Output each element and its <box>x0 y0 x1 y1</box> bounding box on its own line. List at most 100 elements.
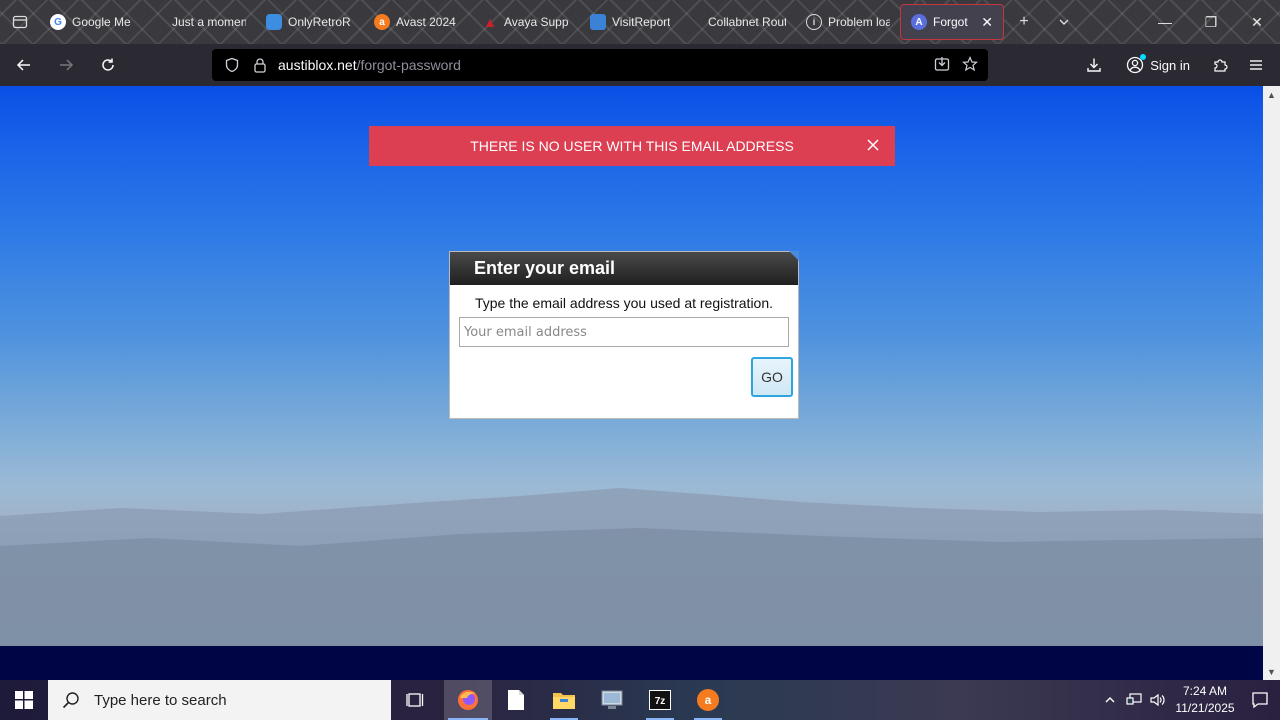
scroll-up-arrow-icon[interactable]: ▲ <box>1263 86 1280 103</box>
page-scrollbar[interactable]: ▲ ▼ <box>1263 86 1280 680</box>
tab-title: Avast 2024 <box>396 15 456 29</box>
avast-icon: a <box>697 689 719 711</box>
extensions-button[interactable] <box>1202 47 1238 83</box>
list-all-tabs-button[interactable] <box>1044 0 1084 44</box>
email-input[interactable] <box>459 317 789 347</box>
tab-title: Just a moment... <box>172 15 246 29</box>
alert-message: THERE IS NO USER WITH THIS EMAIL ADDRESS <box>470 138 794 154</box>
url-domain: austiblox.net <box>278 57 357 73</box>
forward-button[interactable] <box>48 47 84 83</box>
tab-visitreport[interactable]: VisitReport <box>580 4 688 40</box>
report-icon <box>590 14 606 30</box>
hamburger-menu-icon <box>1250 60 1262 70</box>
reload-button[interactable] <box>90 47 126 83</box>
bookmark-star-icon[interactable] <box>961 55 979 75</box>
tab-google[interactable]: G Google Me <box>40 4 148 40</box>
tab-avast[interactable]: a Avast 2024 <box>364 4 472 40</box>
tab-avaya[interactable]: ▲ Avaya Supp <box>472 4 580 40</box>
austiblox-icon: A <box>911 14 927 30</box>
url-text: austiblox.net/forgot-password <box>278 57 461 73</box>
tab-title: Forgot pa <box>933 15 971 29</box>
arrow-left-icon <box>16 59 30 71</box>
downloads-button[interactable] <box>1076 47 1112 83</box>
clock-time: 7:24 AM <box>1182 684 1228 698</box>
close-window-button[interactable]: ✕ <box>1234 0 1280 44</box>
minimize-icon: — <box>1158 14 1172 30</box>
tab-title: Google Me <box>72 15 131 29</box>
error-alert: THERE IS NO USER WITH THIS EMAIL ADDRESS <box>369 126 895 166</box>
go-button[interactable]: GO <box>751 357 793 397</box>
restore-button[interactable]: ❐ <box>1188 0 1234 44</box>
info-icon: i <box>806 14 822 30</box>
start-button[interactable] <box>0 680 48 720</box>
chevron-up-icon <box>1105 697 1115 703</box>
notification-icon <box>1252 692 1268 709</box>
new-tab-button[interactable]: + <box>1004 0 1044 44</box>
tab-just-a-moment[interactable]: Just a moment... <box>148 4 256 40</box>
windows-taskbar: Type here to search 7z a 7:24 AM 11/21/2… <box>0 680 1280 720</box>
sign-in-button[interactable]: Sign in <box>1120 47 1196 83</box>
page-content: THERE IS NO USER WITH THIS EMAIL ADDRESS… <box>0 86 1263 680</box>
scroll-thumb[interactable] <box>1266 106 1277 578</box>
taskbar-remote-desktop[interactable] <box>588 680 636 720</box>
taskbar-clock[interactable]: 7:24 AM 11/21/2025 <box>1170 683 1240 717</box>
tab-list-icon <box>12 15 28 29</box>
account-icon <box>1126 54 1147 74</box>
avaya-icon: ▲ <box>483 14 497 30</box>
reload-icon <box>102 58 114 71</box>
clock-date: 11/21/2025 <box>1175 701 1235 715</box>
taskbar-file[interactable] <box>492 680 540 720</box>
monitor-icon <box>601 690 623 709</box>
download-icon <box>1087 58 1101 72</box>
scroll-down-arrow-icon[interactable]: ▼ <box>1263 663 1280 680</box>
tab-title: OnlyRetroR <box>288 15 351 29</box>
document-icon <box>508 690 524 710</box>
toolbar-right: Sign in <box>1076 44 1280 86</box>
tab-forgot-password[interactable]: A Forgot pa ✕ <box>900 4 1004 40</box>
lock-icon[interactable] <box>250 57 270 73</box>
action-center-button[interactable] <box>1240 680 1280 720</box>
taskbar-avast[interactable]: a <box>684 680 732 720</box>
tab-collabnet[interactable]: Collabnet Router <box>688 4 796 40</box>
save-page-icon[interactable] <box>934 56 950 75</box>
minimize-button[interactable]: — <box>1142 0 1188 44</box>
back-button[interactable] <box>6 47 42 83</box>
arrow-right-icon <box>60 59 74 71</box>
shield-icon[interactable] <box>222 57 242 73</box>
close-tab-icon[interactable]: ✕ <box>981 14 993 31</box>
url-path: /forgot-password <box>356 57 461 73</box>
volume-icon[interactable] <box>1146 680 1170 720</box>
search-placeholder: Type here to search <box>94 691 227 709</box>
taskbar-7zip[interactable]: 7z <box>636 680 684 720</box>
restore-icon: ❐ <box>1204 13 1218 30</box>
folder-icon <box>553 693 575 709</box>
forgot-password-dialog: Enter your email Type the email address … <box>449 251 799 419</box>
firefox-icon <box>458 690 478 710</box>
taskbar-firefox[interactable] <box>444 680 492 720</box>
dialog-description: Type the email address you used at regis… <box>474 295 774 311</box>
tab-title: VisitReport <box>612 15 671 29</box>
task-view-button[interactable] <box>392 680 440 720</box>
task-view-icon <box>406 693 424 707</box>
url-bar-actions <box>934 55 979 75</box>
svg-text:7z: 7z <box>655 696 666 707</box>
system-tray: 7:24 AM 11/21/2025 <box>1098 680 1280 720</box>
tab-onlyretro[interactable]: OnlyRetroR <box>256 4 364 40</box>
show-hidden-icons-button[interactable] <box>1098 680 1122 720</box>
puzzle-icon <box>1214 59 1228 72</box>
tab-problem-loading[interactable]: i Problem loa <box>796 4 900 40</box>
dialog-body: Type the email address you used at regis… <box>450 285 798 357</box>
network-icon[interactable] <box>1122 680 1146 720</box>
tab-title: Problem loa <box>828 15 890 29</box>
taskbar-file-explorer[interactable] <box>540 680 588 720</box>
close-icon: ✕ <box>1251 13 1263 30</box>
dialog-header: Enter your email <box>450 252 798 285</box>
mountain-background <box>0 488 1263 646</box>
google-icon: G <box>50 14 66 30</box>
taskbar-search[interactable]: Type here to search <box>48 680 391 720</box>
close-icon[interactable] <box>865 137 881 153</box>
app-menu-button[interactable] <box>1238 47 1274 83</box>
plus-icon: + <box>1019 13 1029 30</box>
tab-list-button[interactable] <box>0 0 40 44</box>
url-bar[interactable]: austiblox.net/forgot-password <box>212 49 988 81</box>
